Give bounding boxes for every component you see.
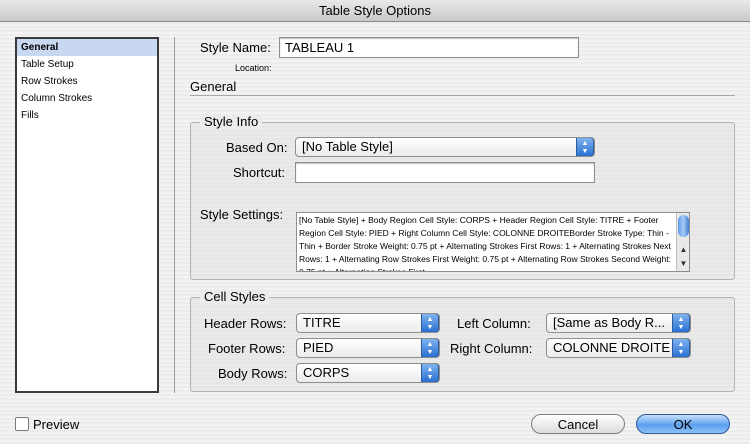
style-info-title: Style Info bbox=[200, 114, 263, 129]
scroll-up-arrow-icon[interactable]: ▲ bbox=[677, 245, 689, 257]
based-on-dropdown[interactable]: [No Table Style] ▲ ▼ bbox=[295, 137, 595, 157]
style-settings-box: [No Table Style] + Body Region Cell Styl… bbox=[296, 212, 690, 272]
body-rows-label: Body Rows: bbox=[218, 366, 288, 381]
left-column-dropdown[interactable]: [Same as Body R... ▲ ▼ bbox=[546, 313, 691, 333]
header-rows-label: Header Rows: bbox=[204, 316, 287, 331]
body-rows-dropdown[interactable]: CORPS ▲ ▼ bbox=[296, 363, 440, 383]
footer-rows-label: Footer Rows: bbox=[208, 341, 286, 356]
window-title: Table Style Options bbox=[0, 0, 750, 22]
sidebar-item-general[interactable]: General bbox=[17, 39, 157, 56]
sidebar-list: General Table Setup Row Strokes Column S… bbox=[15, 37, 159, 393]
style-settings-scrollbar[interactable]: ▲ ▼ bbox=[676, 213, 689, 271]
scroll-thumb[interactable] bbox=[678, 215, 689, 237]
sidebar-divider bbox=[174, 37, 175, 393]
up-down-arrows-icon: ▲ ▼ bbox=[672, 314, 690, 332]
style-settings-label: Style Settings: bbox=[200, 207, 284, 222]
style-name-label: Style Name: bbox=[200, 40, 271, 55]
right-column-dropdown[interactable]: COLONNE DROITE ▲ ▼ bbox=[546, 338, 691, 358]
shortcut-input[interactable] bbox=[295, 162, 595, 183]
scroll-down-arrow-icon[interactable]: ▼ bbox=[677, 259, 689, 271]
up-down-arrows-icon: ▲ ▼ bbox=[576, 138, 594, 156]
section-title: General bbox=[190, 79, 237, 94]
body-rows-value: CORPS bbox=[303, 365, 350, 380]
up-down-arrows-icon: ▲ ▼ bbox=[672, 339, 690, 357]
preview-checkbox[interactable] bbox=[15, 417, 29, 431]
up-down-arrows-icon: ▲ ▼ bbox=[421, 314, 439, 332]
location-label: Location: bbox=[235, 63, 272, 73]
style-settings-text: [No Table Style] + Body Region Cell Styl… bbox=[299, 215, 671, 272]
right-column-value: COLONNE DROITE bbox=[553, 340, 671, 355]
left-column-label: Left Column: bbox=[457, 316, 531, 331]
up-down-arrows-icon: ▲ ▼ bbox=[421, 364, 439, 382]
shortcut-label: Shortcut: bbox=[233, 165, 286, 180]
based-on-label: Based On: bbox=[226, 140, 288, 155]
preview-label[interactable]: Preview bbox=[33, 417, 79, 432]
header-rows-dropdown[interactable]: TITRE ▲ ▼ bbox=[296, 313, 440, 333]
cell-styles-title: Cell Styles bbox=[200, 289, 270, 304]
left-column-value: [Same as Body R... bbox=[553, 315, 665, 330]
sidebar-item-row-strokes[interactable]: Row Strokes bbox=[17, 73, 157, 90]
sidebar-item-fills[interactable]: Fills bbox=[17, 107, 157, 124]
sidebar-item-table-setup[interactable]: Table Setup bbox=[17, 56, 157, 73]
right-column-label: Right Column: bbox=[450, 341, 533, 356]
based-on-value: [No Table Style] bbox=[302, 139, 393, 154]
footer-rows-value: PIED bbox=[303, 340, 334, 355]
cancel-button[interactable]: Cancel bbox=[531, 414, 625, 434]
header-rows-value: TITRE bbox=[303, 315, 341, 330]
footer-rows-dropdown[interactable]: PIED ▲ ▼ bbox=[296, 338, 440, 358]
section-divider bbox=[190, 95, 735, 96]
style-name-input[interactable]: TABLEAU 1 bbox=[279, 37, 579, 58]
up-down-arrows-icon: ▲ ▼ bbox=[421, 339, 439, 357]
ok-button[interactable]: OK bbox=[636, 414, 730, 434]
sidebar-item-column-strokes[interactable]: Column Strokes bbox=[17, 90, 157, 107]
